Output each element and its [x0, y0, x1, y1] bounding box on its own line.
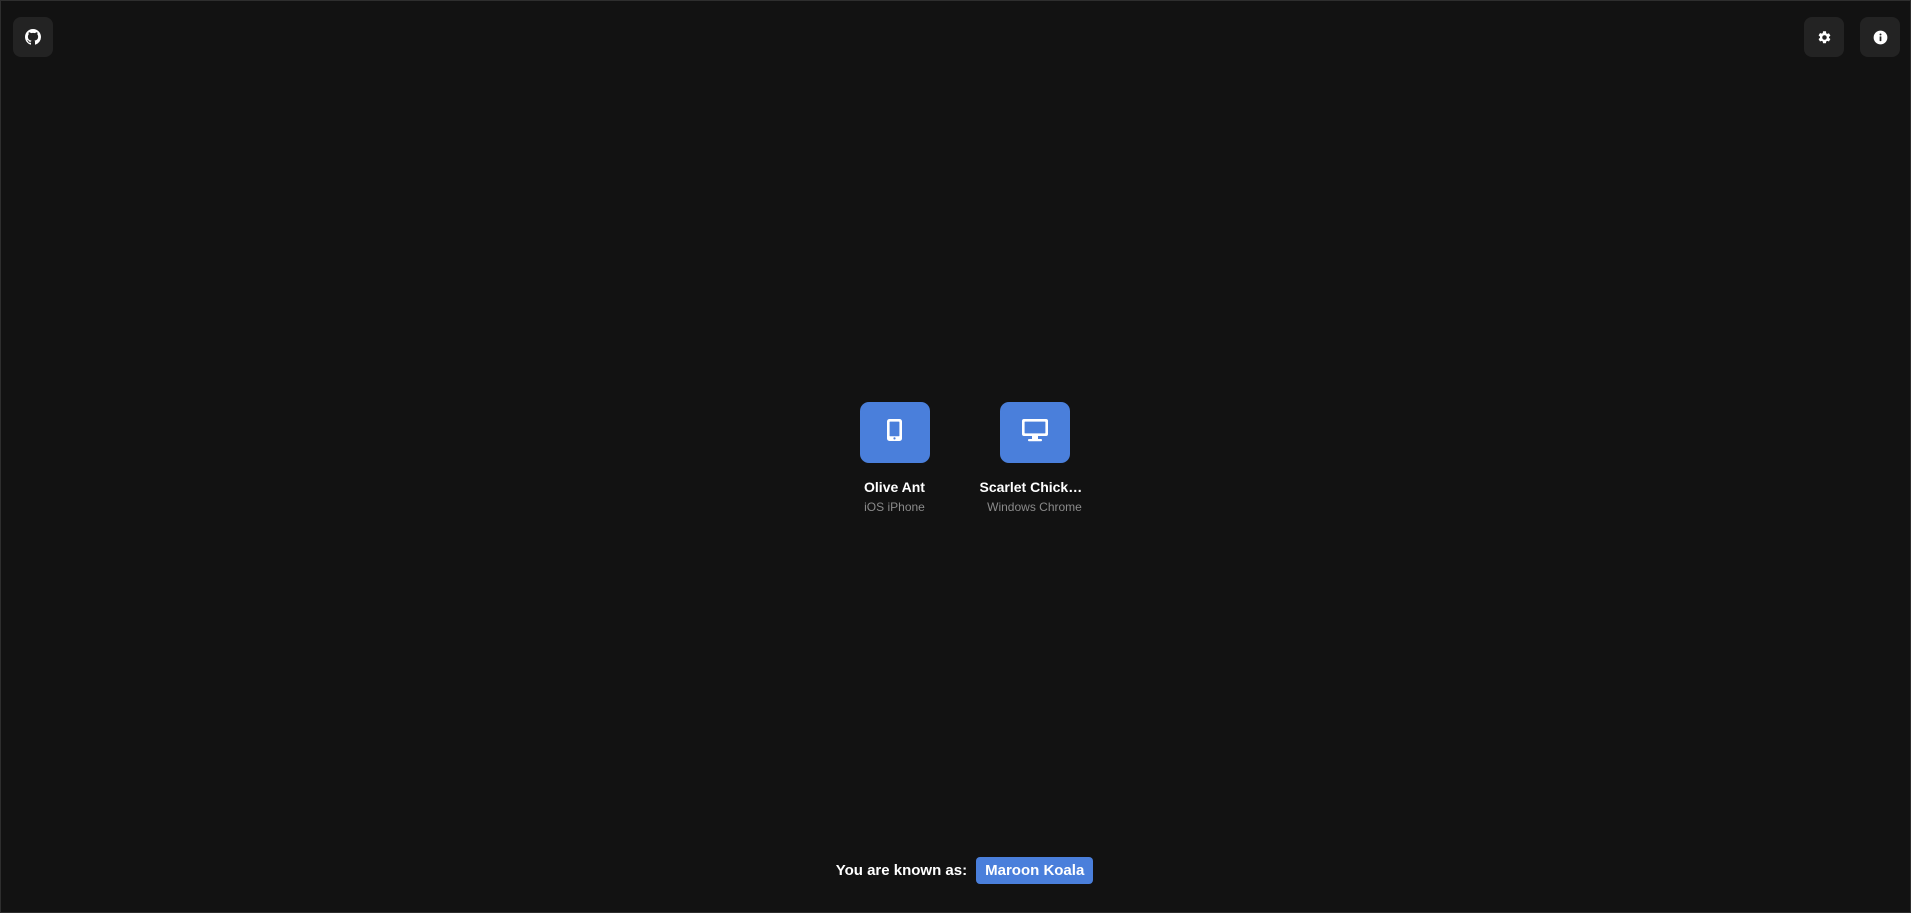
peer-list: Olive Ant iOS iPhone Scarlet Chickad... …	[1, 402, 1910, 514]
identity-footer: You are known as: Maroon Koala	[1, 857, 1910, 884]
settings-button[interactable]	[1804, 17, 1844, 57]
peer-device: iOS iPhone	[864, 500, 925, 514]
peer-avatar[interactable]	[859, 402, 930, 463]
peer-item[interactable]: Olive Ant iOS iPhone	[845, 402, 945, 514]
github-icon	[25, 29, 41, 45]
app-root: Olive Ant iOS iPhone Scarlet Chickad... …	[0, 0, 1911, 913]
peer-name: Olive Ant	[864, 479, 925, 495]
desktop-monitor-icon	[1021, 418, 1049, 447]
peer-device: Windows Chrome	[987, 500, 1082, 514]
gear-icon	[1817, 30, 1832, 45]
smartphone-icon	[886, 418, 903, 447]
known-as-label: You are known as:	[835, 862, 968, 879]
info-icon	[1873, 30, 1888, 45]
peer-avatar[interactable]	[999, 402, 1070, 463]
peer-name: Scarlet Chickad...	[979, 479, 1090, 495]
info-button[interactable]	[1860, 17, 1900, 57]
github-button[interactable]	[13, 17, 53, 57]
display-name-badge[interactable]: Maroon Koala	[976, 857, 1094, 884]
peer-item[interactable]: Scarlet Chickad... Windows Chrome	[980, 402, 1090, 514]
